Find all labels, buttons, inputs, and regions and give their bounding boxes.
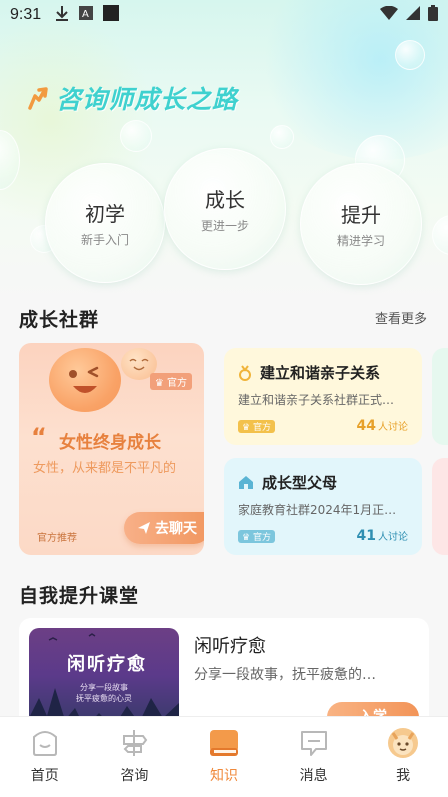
tab-label: 首页 bbox=[30, 768, 59, 784]
go-chat-button[interactable]: 去聊天 bbox=[124, 512, 204, 544]
course-desc: 分享一段故事，抚平疲惫的… bbox=[194, 667, 376, 683]
medal-icon bbox=[239, 364, 251, 381]
tab-label: 咨询 bbox=[120, 768, 149, 784]
official-badge: ♛ 官方 bbox=[238, 419, 275, 433]
bottom-tab-bar: 首页 咨询 知识 消息 我 bbox=[0, 716, 448, 797]
community-more-link[interactable]: 查看更多 bbox=[375, 308, 427, 327]
course-thumb-line: 分享一段故事 bbox=[80, 683, 128, 692]
font-app-icon: A bbox=[79, 6, 94, 24]
group-name: 成长型父母 bbox=[262, 474, 338, 492]
stage-beginner[interactable]: 初学 新手入门 bbox=[45, 163, 165, 283]
official-badge: ♛ 官方 bbox=[149, 373, 192, 390]
consult-icon bbox=[117, 727, 151, 759]
status-time: 9:31 bbox=[10, 6, 42, 23]
tab-knowledge[interactable]: 知识 bbox=[179, 717, 269, 797]
discussion-count: 44 人讨论 bbox=[356, 418, 408, 434]
stage-subtitle: 更进一步 bbox=[200, 219, 249, 233]
official-recommend-label: 官方推荐 bbox=[37, 533, 77, 544]
house-icon bbox=[239, 476, 253, 489]
classroom-section-title: 自我提升课堂 bbox=[19, 585, 140, 607]
group-card[interactable]: 成长型父母 家庭教育社群2024年1月正… ♛ 官方 41 人讨论 bbox=[224, 458, 422, 555]
tab-message[interactable]: 消息 bbox=[269, 717, 359, 797]
svg-text:A: A bbox=[82, 9, 89, 20]
tab-consult[interactable]: 咨询 bbox=[90, 717, 180, 797]
featured-group-subtitle: 女性，从来都是不平凡的 bbox=[33, 461, 177, 476]
featured-group-title: 女性终身成长 bbox=[59, 433, 161, 453]
home-icon bbox=[28, 727, 62, 759]
hero-title: 咨询师成长之路 bbox=[26, 80, 238, 116]
course-title: 闲听疗愈 bbox=[194, 636, 266, 657]
group-card[interactable]: 建立和谐亲子关系 建立和谐亲子关系社群正式… ♛ 官方 44 人讨论 bbox=[224, 348, 422, 445]
tab-label: 知识 bbox=[209, 768, 238, 784]
tab-label: 我 bbox=[396, 768, 411, 784]
group-desc: 建立和谐亲子关系社群正式… bbox=[238, 393, 395, 407]
tab-me[interactable]: 我 bbox=[358, 717, 448, 797]
group-card-partial[interactable] bbox=[432, 458, 448, 555]
stage-title: 提升 bbox=[341, 203, 381, 227]
hero-title-text: 咨询师成长之路 bbox=[56, 85, 239, 114]
course-thumb-line: 抚平疲惫的心灵 bbox=[76, 694, 132, 703]
status-bar: 9:31 A bbox=[0, 0, 448, 30]
quote-mark-icon: “ bbox=[31, 423, 47, 451]
featured-group-card[interactable]: ♛ 官方 “ 女性终身成长 女性，从来都是不平凡的 官方推荐 去聊天 bbox=[19, 343, 204, 555]
avatar-icon bbox=[386, 727, 420, 759]
group-desc: 家庭教育社群2024年1月正… bbox=[238, 503, 397, 517]
group-card-partial[interactable] bbox=[432, 348, 448, 445]
tab-label: 消息 bbox=[299, 768, 328, 784]
stage-subtitle: 新手入门 bbox=[80, 233, 129, 247]
stage-title: 初学 bbox=[85, 202, 125, 226]
stage-subtitle: 精进学习 bbox=[336, 234, 385, 248]
wifi-icon bbox=[380, 5, 398, 24]
go-chat-label: 去聊天 bbox=[155, 521, 197, 537]
discussion-count: 41 人讨论 bbox=[356, 528, 408, 544]
book-icon bbox=[207, 727, 241, 759]
stage-growth[interactable]: 成长 更进一步 bbox=[164, 148, 286, 270]
message-icon bbox=[297, 727, 331, 759]
download-icon bbox=[55, 5, 69, 25]
group-name: 建立和谐亲子关系 bbox=[260, 364, 381, 382]
community-section-title: 成长社群 bbox=[19, 309, 100, 331]
stage-title: 成长 bbox=[205, 188, 245, 212]
square-app-icon bbox=[103, 5, 120, 25]
send-icon bbox=[138, 522, 150, 534]
official-badge: ♛ 官方 bbox=[238, 529, 275, 543]
course-thumb-title: 闲听疗愈 bbox=[67, 654, 147, 675]
happy-face-bubble-icon bbox=[49, 348, 121, 412]
tab-home[interactable]: 首页 bbox=[0, 717, 90, 797]
battery-icon bbox=[428, 5, 438, 25]
stage-advance[interactable]: 提升 精进学习 bbox=[300, 163, 422, 285]
growth-arrow-icon bbox=[28, 87, 48, 110]
signal-icon bbox=[406, 6, 420, 24]
